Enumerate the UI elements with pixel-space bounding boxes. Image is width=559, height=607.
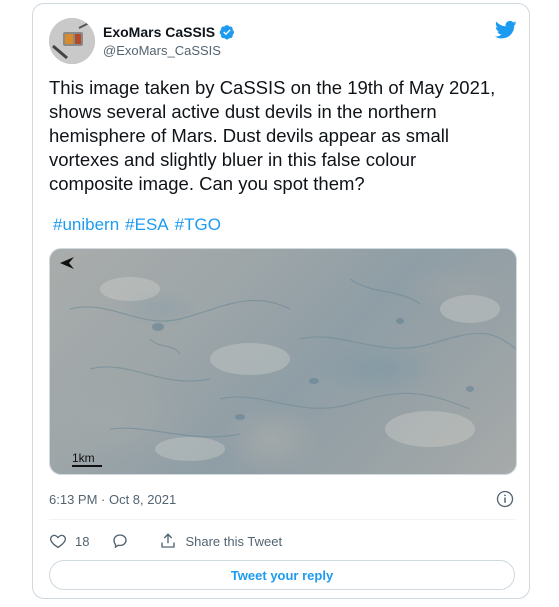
reply-icon (113, 534, 128, 549)
scale-label: 1km (72, 451, 95, 465)
info-icon[interactable] (496, 490, 514, 508)
author-name-row[interactable]: ExoMars CaSSIS (103, 24, 235, 40)
hashtag-list: #unibern #ESA #TGO (53, 215, 221, 235)
like-button[interactable]: 18 (49, 532, 89, 550)
reply-button[interactable] (111, 532, 137, 550)
hashtag-link[interactable]: #TGO (175, 215, 221, 235)
north-arrow-icon (60, 257, 74, 269)
hashtag-link[interactable]: #ESA (125, 215, 168, 235)
author-display-name[interactable]: ExoMars CaSSIS (103, 24, 215, 40)
divider (49, 519, 515, 520)
twitter-bird-icon[interactable] (495, 20, 517, 40)
share-button[interactable]: Share this Tweet (159, 532, 282, 550)
avatar[interactable] (49, 18, 95, 64)
like-count: 18 (75, 533, 90, 549)
scale-bar (72, 465, 102, 467)
share-label: Share this Tweet (185, 533, 283, 549)
hashtag-link[interactable]: #unibern (53, 215, 119, 235)
verified-icon (219, 25, 235, 40)
tweet-card: ExoMars CaSSIS @ExoMars_CaSSIS This imag… (32, 3, 530, 599)
heart-icon (49, 534, 67, 549)
tweet-timestamp[interactable]: 6:13 PM · Oct 8, 2021 (49, 492, 176, 507)
tweet-actions: 18 Share this Tweet (49, 530, 304, 552)
tweet-media-image[interactable]: 1km (49, 248, 517, 475)
tweet-your-reply-button[interactable]: Tweet your reply (49, 560, 515, 590)
tweet-text: This image taken by CaSSIS on the 19th o… (49, 77, 496, 194)
mars-surface-texture (69, 277, 516, 461)
share-icon (161, 533, 176, 548)
author-handle[interactable]: @ExoMars_CaSSIS (103, 43, 221, 58)
